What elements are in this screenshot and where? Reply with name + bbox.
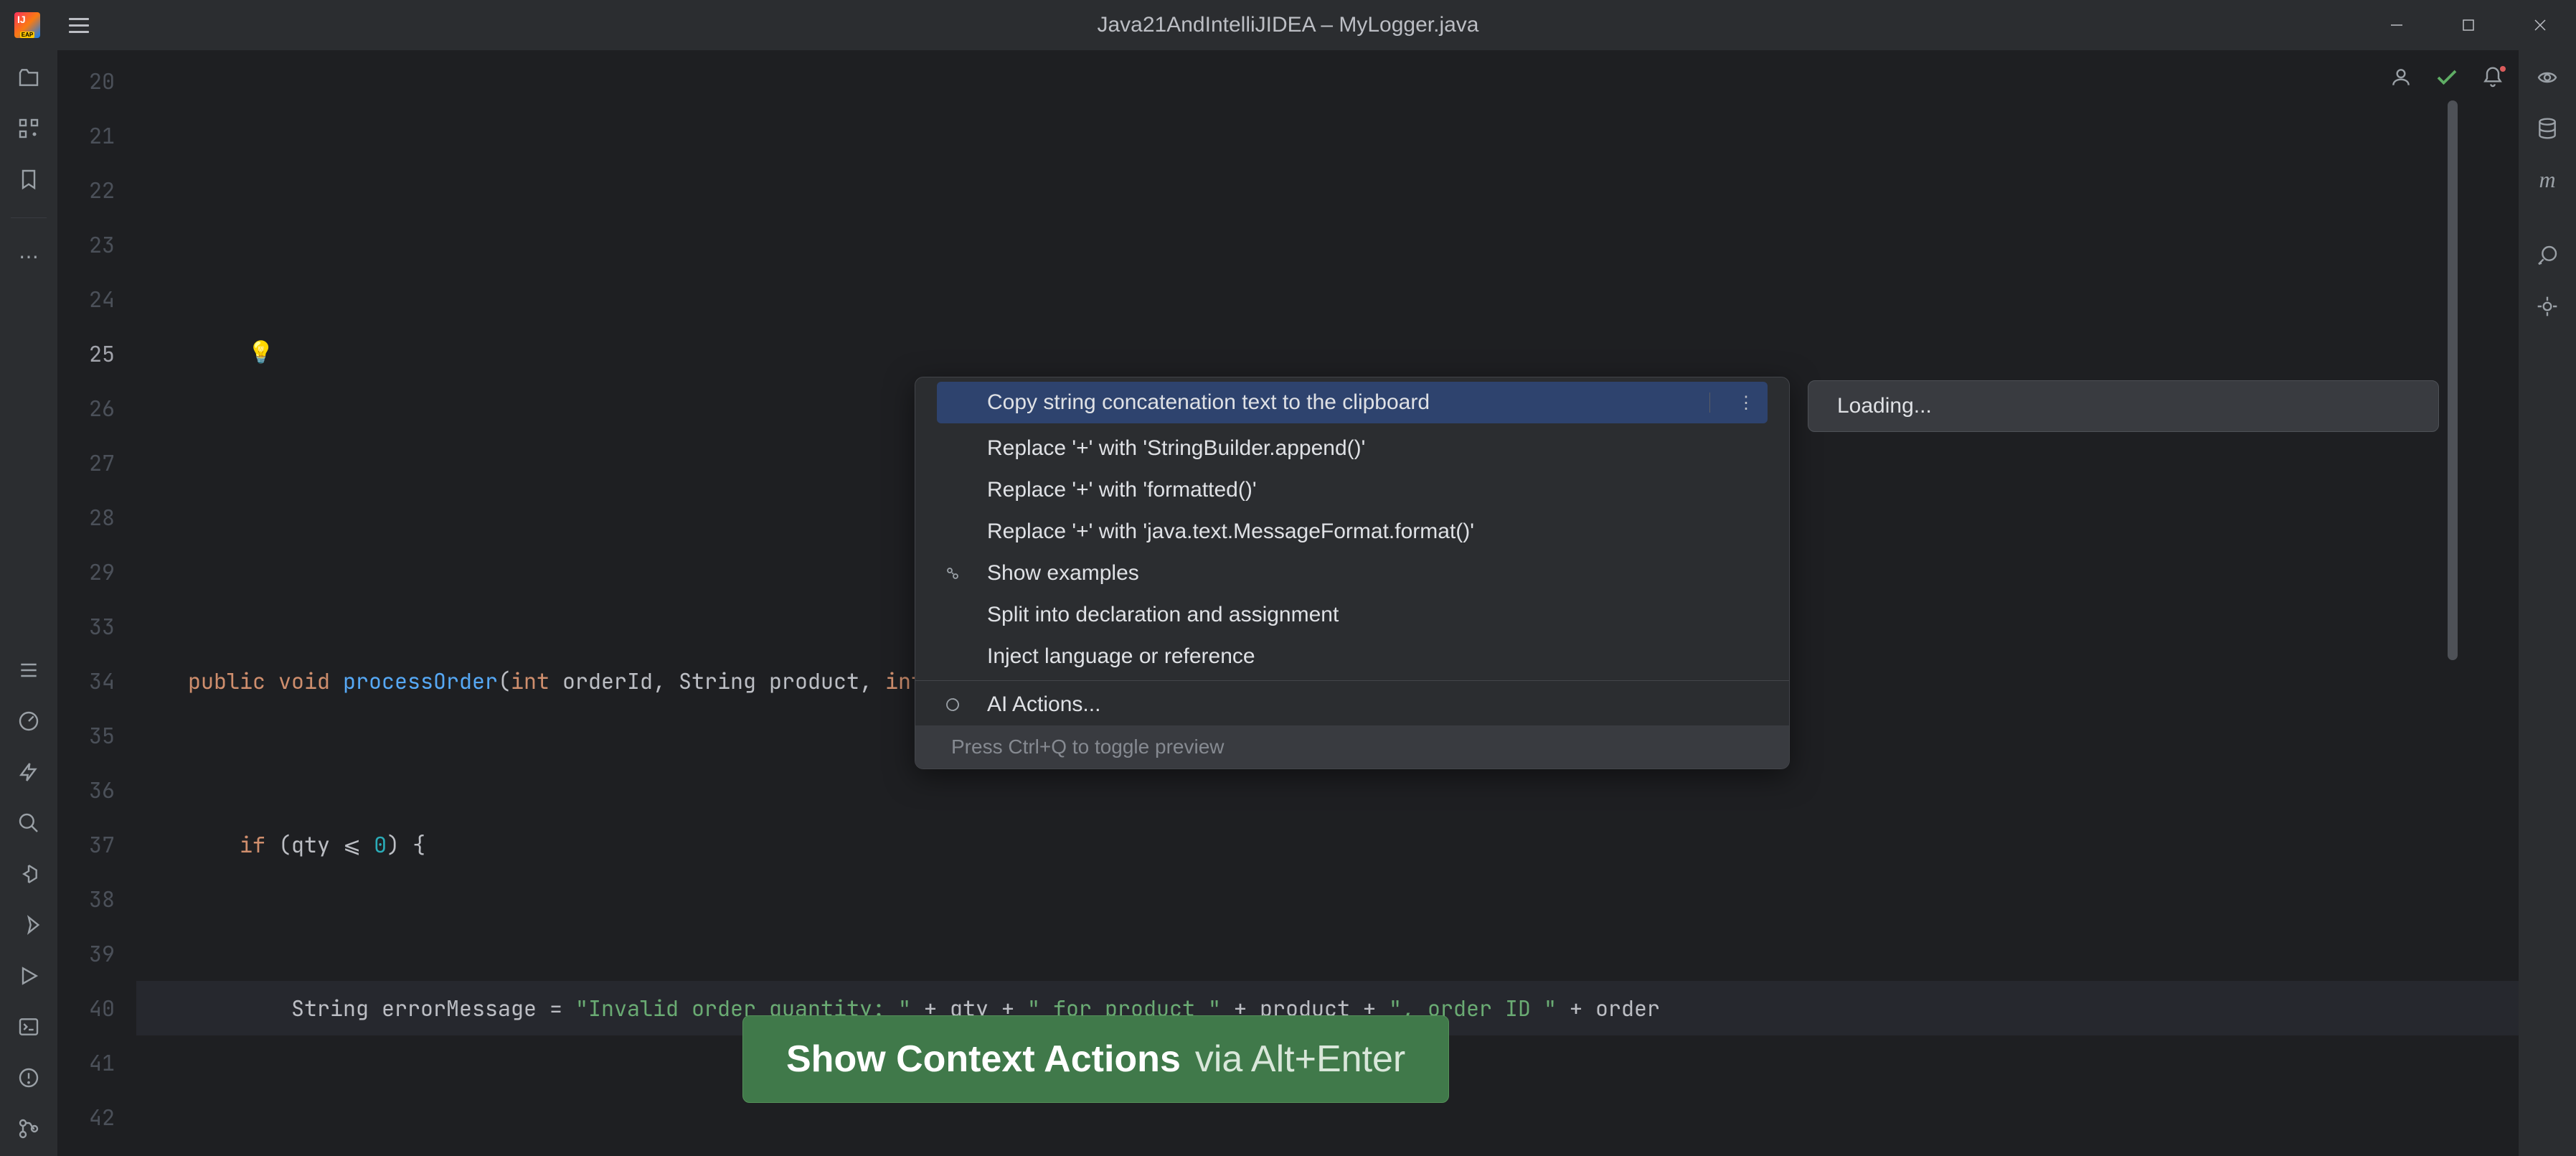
main-menu-button[interactable] — [69, 18, 89, 33]
banner-action: Show Context Actions — [786, 1038, 1181, 1081]
menu-item-show-examples[interactable]: Show examples — [915, 553, 1789, 594]
coverage-icon[interactable] — [2534, 243, 2560, 268]
window-title: Java21AndIntelliJIDEA – MyLogger.java — [1098, 13, 1479, 37]
line-number: 24 — [57, 272, 115, 326]
line-number: 25 — [57, 326, 115, 381]
menu-item-label: AI Actions... — [987, 692, 1100, 716]
database-icon[interactable] — [2534, 116, 2560, 141]
debug-icon[interactable] — [16, 912, 42, 938]
vcs-icon[interactable] — [16, 1116, 42, 1142]
menu-item-ai-actions[interactable]: AI Actions... — [915, 684, 1789, 725]
app-icon — [14, 12, 40, 38]
presム-action-banner: Show Context Actions via Alt+Enter — [742, 1015, 1449, 1103]
line-number: 23 — [57, 217, 115, 272]
minimize-button[interactable] — [2361, 0, 2433, 50]
services-icon[interactable] — [16, 759, 42, 785]
menu-item-label: Replace '+' with 'StringBuilder.append()… — [987, 436, 1365, 460]
menu-item-inject-lang[interactable]: Inject language or reference — [915, 636, 1789, 677]
menu-item-label: Split into declaration and assignment — [987, 603, 1339, 626]
maven-icon[interactable]: m — [2534, 166, 2560, 192]
separator — [11, 217, 47, 218]
line-number: 38 — [57, 872, 115, 926]
line-number: 35 — [57, 708, 115, 763]
menu-separator — [915, 680, 1789, 681]
line-number: 37 — [57, 817, 115, 872]
search-icon[interactable] — [16, 810, 42, 836]
editor-scrollbar[interactable] — [2443, 100, 2458, 1156]
menu-item-formatted[interactable]: Replace '+' with 'formatted()' — [915, 469, 1789, 511]
line-number: 40 — [57, 981, 115, 1035]
line-number: 26 — [57, 381, 115, 436]
documentation-loading-tooltip: Loading... — [1808, 380, 2439, 432]
gutter: 💡 20 21 22 23 24 25 26 27 28 29 33 34 35… — [57, 50, 136, 1156]
build-icon[interactable] — [16, 861, 42, 887]
project-icon[interactable] — [16, 65, 42, 90]
run-icon[interactable] — [16, 963, 42, 989]
line-number: 22 — [57, 163, 115, 217]
problems-icon[interactable] — [16, 1065, 42, 1091]
line-number: 20 — [57, 54, 115, 108]
more-dots-icon[interactable]: ⋮ — [1737, 393, 1753, 413]
close-button[interactable] — [2504, 0, 2576, 50]
menu-item-stringbuilder[interactable]: Replace '+' with 'StringBuilder.append()… — [915, 428, 1789, 469]
reader-mode-icon[interactable] — [2389, 66, 2412, 89]
left-tool-sidebar: ⋯ — [0, 50, 57, 1156]
editor-inspections-widget — [2389, 65, 2504, 90]
right-tool-sidebar: m — [2519, 50, 2576, 1156]
ai-icon — [944, 696, 961, 713]
profiler-icon[interactable] — [16, 708, 42, 734]
line-number: 28 — [57, 490, 115, 545]
line-number: 34 — [57, 654, 115, 708]
line-number: 27 — [57, 436, 115, 490]
menu-item-label: Replace '+' with 'formatted()' — [987, 478, 1257, 502]
title-bar: Java21AndIntelliJIDEA – MyLogger.java — [0, 0, 2576, 50]
window-controls — [2361, 0, 2576, 50]
line-number: 42 — [57, 1090, 115, 1145]
menu-item-label: Replace '+' with 'java.text.MessageForma… — [987, 520, 1474, 543]
line-number: 39 — [57, 926, 115, 981]
no-problems-icon[interactable] — [2434, 65, 2460, 90]
menu-footer-hint: Press Ctrl+Q to toggle preview — [915, 725, 1789, 769]
more-icon[interactable]: ⋯ — [16, 243, 42, 269]
ai-assistant-icon[interactable] — [2534, 65, 2560, 90]
context-actions-popup: Copy string concatenation text to the cl… — [915, 377, 1790, 769]
menu-item-messageformat[interactable]: Replace '+' with 'java.text.MessageForma… — [915, 511, 1789, 553]
scrollbar-thumb[interactable] — [2448, 100, 2458, 660]
endpoints-icon[interactable] — [2534, 293, 2560, 319]
menu-item-label: Copy string concatenation text to the cl… — [987, 390, 1430, 415]
examples-icon — [944, 565, 961, 582]
menu-item-label: Show examples — [987, 561, 1139, 585]
line-number: 33 — [57, 599, 115, 654]
line-number: 21 — [57, 108, 115, 163]
notifications-icon[interactable] — [2481, 66, 2504, 89]
line-number: 41 — [57, 1035, 115, 1090]
todo-icon[interactable] — [16, 657, 42, 683]
terminal-icon[interactable] — [16, 1014, 42, 1040]
intention-bulb-icon[interactable]: 💡 — [247, 337, 274, 366]
menu-item-split-decl[interactable]: Split into declaration and assignment — [915, 594, 1789, 636]
line-number: 29 — [57, 545, 115, 599]
maximize-button[interactable] — [2433, 0, 2504, 50]
structure-icon[interactable] — [16, 116, 42, 141]
menu-item-label: Inject language or reference — [987, 644, 1255, 668]
menu-item-copy-concat[interactable]: Copy string concatenation text to the cl… — [937, 382, 1768, 423]
line-number: 36 — [57, 763, 115, 817]
bookmarks-icon[interactable] — [16, 166, 42, 192]
banner-shortcut: via Alt+Enter — [1195, 1038, 1405, 1081]
